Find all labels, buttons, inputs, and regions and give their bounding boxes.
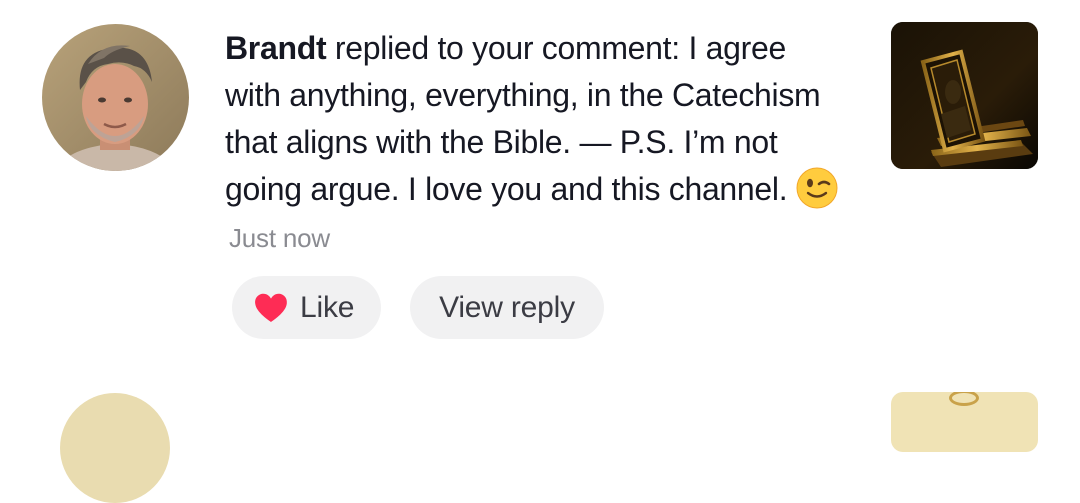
view-reply-button[interactable]: View reply bbox=[410, 276, 604, 339]
avatar-image bbox=[42, 24, 189, 171]
video-thumbnail-image bbox=[891, 22, 1038, 169]
notification-actions: Like View reply bbox=[232, 276, 604, 339]
next-notification-thumbnail[interactable] bbox=[891, 392, 1038, 452]
winking-face-icon bbox=[796, 167, 838, 209]
like-button[interactable]: Like bbox=[232, 276, 381, 339]
like-label: Like bbox=[300, 290, 355, 324]
view-reply-label: View reply bbox=[439, 290, 575, 324]
notification-content: Brandt replied to your comment: I agree … bbox=[225, 25, 850, 262]
notification-message: Brandt replied to your comment: I agree … bbox=[225, 25, 850, 262]
avatar[interactable] bbox=[42, 24, 189, 171]
timestamp: Just now bbox=[229, 223, 331, 253]
next-notification-avatar[interactable] bbox=[60, 393, 170, 503]
thumbnail-mark bbox=[949, 392, 979, 406]
heart-icon bbox=[254, 293, 288, 323]
video-thumbnail[interactable] bbox=[891, 22, 1038, 169]
username[interactable]: Brandt bbox=[225, 30, 327, 66]
